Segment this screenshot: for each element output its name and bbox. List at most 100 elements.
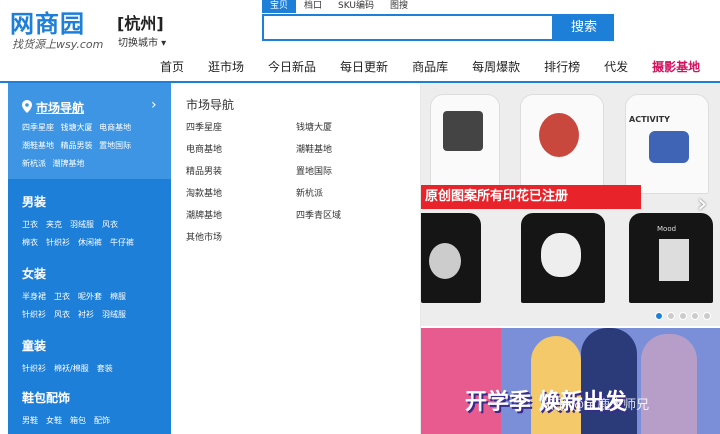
- market-link[interactable]: 置地国际: [99, 141, 131, 150]
- nav-product-library[interactable]: 商品库: [412, 56, 448, 78]
- category-link[interactable]: 衬衫: [78, 310, 94, 319]
- panel-link[interactable]: 置地国际: [296, 164, 332, 177]
- category-link[interactable]: 风衣: [102, 220, 118, 229]
- carousel-dot[interactable]: [703, 312, 711, 320]
- category-link[interactable]: 男鞋: [22, 416, 38, 425]
- category-link[interactable]: 针织衫: [46, 238, 70, 247]
- market-link[interactable]: 精品男装: [61, 141, 93, 150]
- category-link[interactable]: 卫衣: [22, 220, 38, 229]
- panel-title: 市场导航: [186, 98, 235, 112]
- shirt-print: [649, 131, 689, 163]
- carousel-dot[interactable]: [691, 312, 699, 320]
- category-link[interactable]: 箱包: [70, 416, 86, 425]
- category-link[interactable]: 风衣: [54, 310, 70, 319]
- nav-dropship[interactable]: 代发: [604, 56, 628, 78]
- market-link[interactable]: 电商基地: [99, 123, 131, 132]
- category-link[interactable]: 牛仔裤: [110, 238, 134, 247]
- carousel-dot[interactable]: [655, 312, 663, 320]
- category-link[interactable]: 夹克: [46, 220, 62, 229]
- tab-sku[interactable]: SKU编码: [330, 0, 382, 13]
- nav-photo-base[interactable]: 摄影基地: [652, 56, 700, 78]
- market-link[interactable]: 钱塘大厦: [61, 123, 93, 132]
- model-image: [581, 328, 637, 434]
- category-link[interactable]: 棉袄/棉服: [54, 364, 89, 373]
- category-link[interactable]: 女鞋: [46, 416, 62, 425]
- sidebar-group-kids: 童装 针织衫 棉袄/棉服 套装: [22, 337, 172, 378]
- search-button[interactable]: 搜索: [554, 14, 614, 41]
- nav-daily-update[interactable]: 每日更新: [340, 56, 388, 78]
- panel-link[interactable]: 四季青区域: [296, 208, 341, 221]
- panel-link[interactable]: 淘款基地: [186, 186, 222, 199]
- nav-markets[interactable]: 逛市场: [208, 56, 244, 78]
- category-link[interactable]: 羽绒服: [102, 310, 126, 319]
- tab-baby[interactable]: 宝贝: [262, 0, 297, 13]
- sidebar-market-block: 市场导航 › 四季星座 钱塘大厦 电商基地 潮鞋基地 精品男装 置地国际 新杭派…: [8, 83, 171, 179]
- category-link[interactable]: 棉服: [110, 292, 126, 301]
- category-link[interactable]: 羽绒服: [70, 220, 94, 229]
- market-link[interactable]: 潮牌基地: [53, 159, 85, 168]
- shirt-print: [443, 111, 483, 151]
- logo[interactable]: 网商园 找货源上wsy.com: [8, 4, 113, 56]
- sidebar-market-heading[interactable]: 市场导航: [22, 99, 84, 116]
- carousel-dot[interactable]: [667, 312, 675, 320]
- category-link[interactable]: 呢外套: [78, 292, 102, 301]
- shirt-print-text: Mood: [657, 225, 677, 233]
- main-nav: 首页 逛市场 今日新品 每日更新 商品库 每周爆款 排行榜 代发 摄影基地: [160, 56, 700, 78]
- group-title[interactable]: 童装: [22, 337, 172, 354]
- category-link[interactable]: 卫衣: [54, 292, 70, 301]
- panel-link[interactable]: 电商基地: [186, 142, 222, 155]
- current-city: [杭州]: [117, 14, 164, 33]
- model-image: [641, 334, 697, 434]
- market-dropdown-panel: 市场导航 四季星座 电商基地 精品男装 淘款基地 潮牌基地 其他市场 钱塘大厦 …: [171, 83, 421, 434]
- shirt-print: [659, 239, 689, 281]
- panel-link[interactable]: 潮牌基地: [186, 208, 222, 221]
- nav-today-new[interactable]: 今日新品: [268, 56, 316, 78]
- tab-image-search[interactable]: 图搜: [382, 0, 416, 13]
- sidebar-group-shoes-bags: 鞋包配饰 男鞋 女鞋 箱包 配饰: [22, 389, 172, 430]
- sidebar-market-title: 市场导航: [36, 101, 85, 115]
- promo-banner[interactable]: 开学季 焕新出发 知乎 @宝鹿大师兄: [421, 328, 720, 434]
- chevron-right-icon[interactable]: ›: [697, 189, 707, 219]
- panel-link[interactable]: 新杭派: [296, 186, 323, 199]
- shirt-print: [539, 113, 579, 157]
- location-pin-icon: [22, 99, 32, 116]
- category-link[interactable]: 休闲裤: [78, 238, 102, 247]
- group-title[interactable]: 女装: [22, 265, 172, 282]
- panel-link[interactable]: 钱塘大厦: [296, 120, 332, 133]
- sidebar-group-women: 女装 半身裙 卫衣 呢外套 棉服 针织衫 风衣 衬衫 羽绒服: [22, 265, 172, 324]
- category-link[interactable]: 棉衣: [22, 238, 38, 247]
- nav-ranking[interactable]: 排行榜: [544, 56, 580, 78]
- category-link[interactable]: 配饰: [94, 416, 110, 425]
- category-link[interactable]: 套装: [97, 364, 113, 373]
- panel-link[interactable]: 其他市场: [186, 230, 222, 243]
- sidebar-group-men: 男装 卫衣 夹克 羽绒服 风衣 棉衣 针织衫 休闲裤 牛仔裤: [22, 193, 172, 252]
- watermark: 知乎 @宝鹿大师兄: [541, 398, 650, 413]
- search-tabs: 宝贝 档口 SKU编码 图搜: [262, 0, 416, 13]
- nav-home[interactable]: 首页: [160, 56, 184, 78]
- panel-link[interactable]: 精品男装: [186, 164, 222, 177]
- group-title[interactable]: 鞋包配饰: [22, 389, 172, 406]
- market-link[interactable]: 新杭派: [22, 159, 46, 168]
- logo-title: 网商园: [10, 9, 85, 38]
- carousel-dot[interactable]: [679, 312, 687, 320]
- shirt-print: [429, 243, 461, 279]
- tab-stall[interactable]: 档口: [296, 0, 330, 13]
- chevron-right-icon: ›: [151, 97, 157, 113]
- category-link[interactable]: 针织衫: [22, 364, 46, 373]
- shirt-print-text: ACTIVITY: [629, 115, 670, 124]
- category-link[interactable]: 针织衫: [22, 310, 46, 319]
- category-sidebar: 市场导航 › 四季星座 钱塘大厦 电商基地 潮鞋基地 精品男装 置地国际 新杭派…: [8, 83, 171, 434]
- switch-city-button[interactable]: 切换城市 ▾: [118, 34, 166, 49]
- panel-link[interactable]: 潮鞋基地: [296, 142, 332, 155]
- banner-pattern: [421, 328, 501, 434]
- banner-carousel[interactable]: ACTIVITY 原创图案所有印花已注册 Mood ›: [421, 83, 720, 326]
- group-title[interactable]: 男装: [22, 193, 172, 210]
- market-link[interactable]: 潮鞋基地: [22, 141, 54, 150]
- banner-slogan: 原创图案所有印花已注册: [421, 185, 641, 209]
- panel-link[interactable]: 四季星座: [186, 120, 222, 133]
- market-link[interactable]: 四季星座: [22, 123, 54, 132]
- nav-weekly-hot[interactable]: 每周爆款: [472, 56, 520, 78]
- shirt-print: [541, 233, 581, 277]
- search-input[interactable]: [262, 14, 554, 41]
- category-link[interactable]: 半身裙: [22, 292, 46, 301]
